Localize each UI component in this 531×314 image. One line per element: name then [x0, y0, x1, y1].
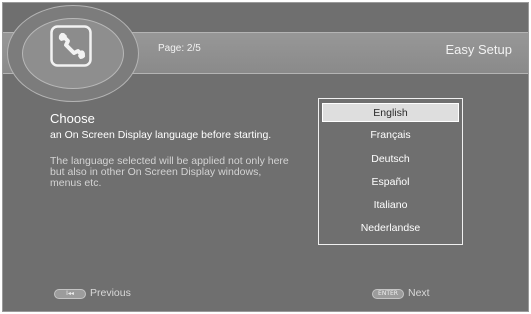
enter-key-icon[interactable]: ENTER — [372, 289, 404, 299]
previous-label[interactable]: Previous — [90, 287, 131, 299]
language-option-italiano[interactable]: Italiano — [322, 196, 459, 215]
language-option-francais[interactable]: Français — [322, 126, 459, 145]
page-title: Easy Setup — [445, 42, 513, 57]
language-option-deutsch[interactable]: Deutsch — [322, 150, 459, 169]
prompt-note: The language selected will be applied no… — [50, 155, 289, 189]
prompt-description: an On Screen Display language before sta… — [50, 129, 272, 141]
page-indicator: Page: 2/5 — [158, 43, 201, 54]
next-label[interactable]: Next — [408, 287, 430, 299]
language-option-nederlandse[interactable]: Nederlandse — [322, 219, 459, 238]
easy-setup-screen: Page: 2/5 Easy Setup Choose an On Screen… — [2, 2, 529, 312]
prompt-heading: Choose — [50, 111, 95, 126]
language-option-english[interactable]: English — [322, 103, 459, 122]
language-list: English Français Deutsch Español Italian… — [318, 98, 463, 245]
language-option-espanol[interactable]: Español — [322, 173, 459, 192]
wrench-icon — [50, 25, 92, 67]
previous-key-icon[interactable]: I◂◂ — [54, 289, 86, 299]
